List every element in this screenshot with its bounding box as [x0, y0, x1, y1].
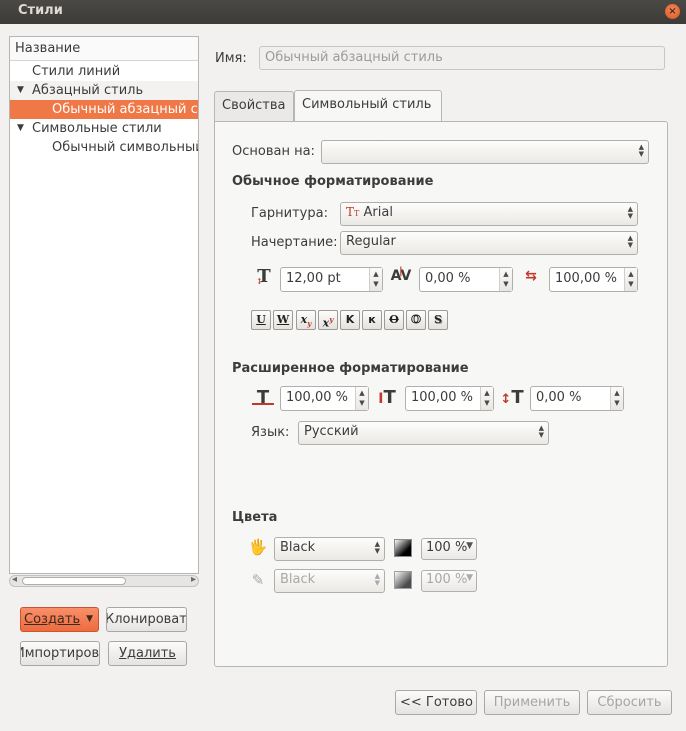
- small-caps-button[interactable]: к: [362, 310, 382, 330]
- window-titlebar: Стили ×: [0, 0, 686, 24]
- based-on-select[interactable]: ▲ ▼: [321, 140, 649, 164]
- close-icon[interactable]: ×: [665, 4, 680, 19]
- vertical-scale-icon: T: [252, 387, 274, 408]
- updown-arrows-icon: ▲ ▼: [374, 572, 380, 587]
- vertical-scale-spinbox[interactable]: 100,00 % ▲ ▼: [280, 386, 369, 411]
- scroll-left-icon[interactable]: ◂: [12, 574, 17, 585]
- reset-button[interactable]: Сбросить: [587, 690, 672, 715]
- stroke-pen-icon: ✎: [251, 571, 265, 589]
- spin-arrows-icon[interactable]: ▲ ▼: [610, 387, 623, 410]
- tree-item-label: Абзацный стиль: [32, 83, 144, 98]
- tree-item-character-styles[interactable]: ▼ Символьные стили: [10, 119, 198, 138]
- advanced-formatting-heading: Расширенное форматирование: [232, 361, 469, 376]
- stroke-color-swatch: [394, 571, 412, 589]
- basic-formatting-heading: Обычное форматирование: [232, 174, 434, 189]
- updown-arrows-icon: ▲ ▼: [627, 205, 633, 220]
- dropdown-arrow-icon: ▼: [466, 541, 473, 551]
- updown-arrows-icon: ▲ ▼: [538, 424, 544, 439]
- font-family-select[interactable]: TT Arial ▲ ▼: [340, 202, 638, 226]
- delete-button[interactable]: Удалить: [108, 641, 187, 666]
- tab-properties[interactable]: Свойства: [214, 91, 294, 121]
- clone-button[interactable]: Клонировать: [106, 607, 187, 632]
- fill-shade-select[interactable]: 100 % ▼: [421, 538, 477, 560]
- stroke-color-select[interactable]: Black ▲ ▼: [274, 569, 385, 593]
- spin-arrows-icon[interactable]: ▲ ▼: [480, 387, 493, 410]
- tree-item-default-character-style[interactable]: Обычный символьный стиль: [10, 138, 198, 157]
- tree-item-default-paragraph-style[interactable]: Обычный абзацный стиль: [10, 100, 198, 119]
- expander-down-icon[interactable]: ▼: [17, 119, 24, 138]
- scrollbar-thumb[interactable]: [22, 577, 126, 585]
- updown-arrows-icon: ▲ ▼: [374, 540, 380, 555]
- horizontal-scale-spinbox[interactable]: 100,00 % ▲ ▼: [549, 267, 638, 292]
- fill-color-select[interactable]: Black ▲ ▼: [274, 537, 385, 561]
- import-button[interactable]: Импортировать: [20, 641, 100, 666]
- apply-button[interactable]: Применить: [484, 690, 580, 715]
- spin-arrows-icon[interactable]: ▲ ▼: [499, 268, 512, 291]
- tree-item-paragraph-styles[interactable]: ▼ Абзацный стиль: [10, 81, 198, 100]
- updown-arrows-icon: ▲ ▼: [638, 143, 644, 158]
- based-on-label: Основан на:: [232, 144, 315, 159]
- truetype-font-icon: T: [346, 205, 355, 219]
- fill-color-swatch: [394, 539, 412, 557]
- horizontal-scale-icon: ⇆: [525, 268, 537, 284]
- tree-header[interactable]: Название: [10, 37, 198, 61]
- subscript-button[interactable]: xy: [296, 310, 316, 330]
- spin-arrows-icon[interactable]: ▲ ▼: [624, 268, 637, 291]
- tree-item-label: Стили линий: [32, 64, 121, 79]
- stroke-shade-select[interactable]: 100 % ▼: [421, 570, 477, 592]
- expander-down-icon[interactable]: ▼: [17, 81, 24, 100]
- style-name-input[interactable]: Обычный абзацный стиль: [259, 46, 665, 70]
- spin-arrows-icon[interactable]: ▲ ▼: [369, 268, 382, 291]
- dropdown-arrow-icon: ▼: [86, 614, 93, 624]
- baseline-offset-spinbox[interactable]: 0,00 % ▲ ▼: [530, 386, 624, 411]
- tree-item-line-styles[interactable]: Стили линий: [10, 62, 198, 81]
- scroll-right-icon[interactable]: ▸: [191, 574, 196, 585]
- font-family-label: Гарнитура:: [251, 206, 328, 221]
- scale-2-spinbox[interactable]: 100,00 % ▲ ▼: [405, 386, 494, 411]
- tree-item-label: Обычный символьный стиль: [52, 140, 199, 155]
- fill-bucket-icon: 🖐: [248, 538, 268, 556]
- shadow-button[interactable]: S: [428, 310, 448, 330]
- character-height-icon: IT: [378, 387, 396, 408]
- strikethrough-button[interactable]: O: [384, 310, 404, 330]
- tree-item-label: Обычный абзацный стиль: [52, 102, 198, 117]
- superscript-button[interactable]: xy: [318, 310, 338, 330]
- dropdown-arrow-icon: ▼: [466, 573, 473, 583]
- colors-heading: Цвета: [232, 510, 278, 525]
- language-select[interactable]: Русский ▲ ▼: [298, 421, 549, 445]
- styles-tree[interactable]: Название Стили линий ▼ Абзацный стиль Об…: [9, 36, 199, 574]
- window-title: Стили: [18, 3, 63, 18]
- language-label: Язык:: [251, 425, 290, 440]
- done-button[interactable]: << Готово: [395, 690, 477, 715]
- underline-words-button[interactable]: W: [273, 310, 293, 330]
- outline-button[interactable]: O: [406, 310, 426, 330]
- tracking-spinbox[interactable]: 0,00 % ▲ ▼: [419, 267, 513, 292]
- create-button[interactable]: Создать ▼: [20, 607, 99, 632]
- name-label: Имя:: [215, 51, 247, 66]
- updown-arrows-icon: ▲ ▼: [627, 234, 633, 249]
- spin-arrows-icon[interactable]: ▲ ▼: [355, 387, 368, 410]
- font-size-spinbox[interactable]: 12,00 pt ▲ ▼: [280, 267, 383, 292]
- font-style-select[interactable]: Regular ▲ ▼: [340, 231, 638, 255]
- font-style-label: Начертание:: [251, 235, 338, 250]
- tab-character-style[interactable]: Символьный стиль: [294, 90, 442, 121]
- baseline-offset-icon: ↕T: [500, 387, 524, 408]
- font-size-icon: T ↕: [256, 266, 271, 287]
- tracking-icon: AV |: [390, 266, 412, 284]
- all-caps-button[interactable]: K: [340, 310, 360, 330]
- underline-button[interactable]: U: [251, 310, 271, 330]
- tree-horizontal-scrollbar[interactable]: ◂ ▸: [9, 574, 199, 587]
- tree-item-label: Символьные стили: [32, 121, 162, 136]
